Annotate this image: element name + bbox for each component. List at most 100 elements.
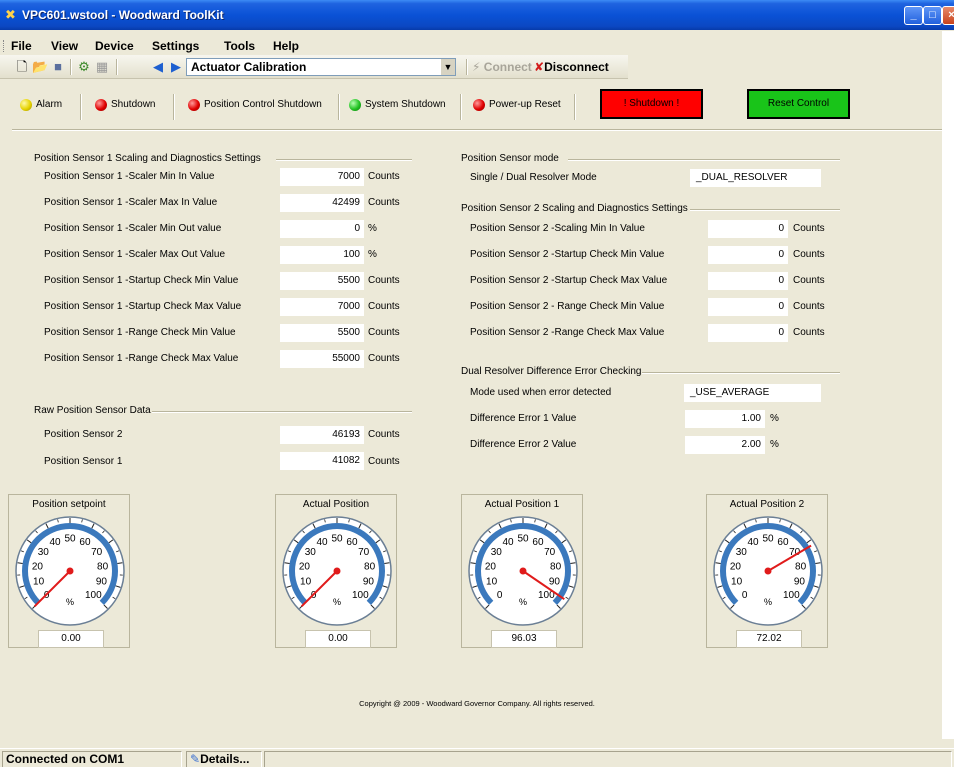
ps2-label: Position Sensor 2 -Startup Check Max Val…	[470, 275, 668, 286]
ps1-value-field[interactable]: 42499	[280, 194, 364, 212]
menu-tools[interactable]: Tools	[224, 39, 255, 53]
gauge-tick-label: 40	[49, 537, 61, 548]
maximize-button[interactable]: □	[923, 6, 942, 25]
ps2-value-field[interactable]: 0	[708, 246, 788, 264]
new-file-icon[interactable]: 🗋	[14, 59, 30, 75]
ps1-value-field[interactable]: 100	[280, 246, 364, 264]
gauge-tick-label: 20	[730, 561, 742, 572]
page-select[interactable]: Actuator Calibration ▼	[186, 58, 456, 76]
connect-button[interactable]: ⚡ Connect	[472, 59, 532, 75]
ps2-label: Position Sensor 2 -Scaling Min In Value	[470, 223, 645, 234]
disconnect-button[interactable]: ✘Disconnect	[534, 59, 609, 75]
ps2-value-field[interactable]: 0	[708, 324, 788, 342]
menu-file[interactable]: File	[11, 39, 32, 53]
details-button[interactable]: ✎Details...	[186, 751, 262, 767]
ps1-value-field[interactable]: 7000	[280, 168, 364, 186]
gauge-tick-label: 70	[544, 547, 556, 558]
header-divider	[12, 129, 942, 131]
raw-label: Position Sensor 1	[44, 456, 123, 467]
save-icon[interactable]: ■	[50, 59, 66, 75]
forward-arrow-icon[interactable]: ▶	[168, 59, 184, 75]
dual-mode-field[interactable]: _USE_AVERAGE	[684, 384, 821, 402]
dual-unit: %	[770, 413, 779, 424]
chevron-down-icon[interactable]: ▼	[441, 59, 455, 75]
status-panel-empty	[264, 751, 952, 767]
gauge-tick-label: 30	[38, 547, 50, 558]
close-button[interactable]: ×	[942, 6, 954, 25]
minimize-button[interactable]: _	[904, 6, 923, 25]
gauge-title: Actual Position	[302, 499, 370, 510]
properties-icon[interactable]: ⚙	[76, 59, 92, 75]
ps1-unit: Counts	[368, 197, 400, 208]
ps2-label: Position Sensor 2 - Range Check Min Valu…	[470, 301, 665, 312]
ps1-label: Position Sensor 1 -Range Check Max Value	[44, 353, 239, 364]
gauge-tick-label: 10	[300, 577, 312, 588]
toolbar-separator	[70, 59, 72, 75]
ps1-label: Position Sensor 1 -Scaler Max Out Value	[44, 249, 226, 260]
dual-value-field[interactable]: 1.00	[685, 410, 765, 428]
mode-group-title: Position Sensor mode	[461, 153, 559, 164]
group-line	[152, 411, 412, 413]
ps2-value-field[interactable]: 0	[708, 298, 788, 316]
gauge-tick-label: 100	[783, 590, 800, 601]
resolver-mode-field[interactable]: _DUAL_RESOLVER	[690, 169, 821, 187]
ps1-value-field[interactable]: 7000	[280, 298, 364, 316]
shutdown-label: Shutdown	[111, 99, 156, 110]
open-folder-icon[interactable]: 📂	[32, 59, 48, 75]
gauge-unit: %	[66, 597, 74, 607]
dual-value-field[interactable]: 2.00	[685, 436, 765, 454]
gauge-actual-position-2: Actual Position 2 0 10 20 30 40 50 60 70 80 90 100…	[706, 494, 828, 648]
gauge-tick-label: 60	[532, 537, 544, 548]
shutdown-button[interactable]: ! Shutdown !	[600, 89, 703, 119]
gauge-tick-label: 80	[550, 561, 562, 572]
gauge-unit: %	[764, 597, 772, 607]
gauge-tick-label: 50	[64, 534, 76, 545]
group-line	[690, 209, 840, 211]
gauge-tick-label: 20	[485, 561, 497, 572]
alarm-led-icon	[20, 99, 32, 111]
ps1-value-field[interactable]: 5500	[280, 324, 364, 342]
menu-grip	[3, 40, 6, 52]
toolkit-icon: ✖	[5, 7, 16, 22]
toolbar-separator	[116, 59, 118, 75]
divider	[338, 94, 340, 120]
ps1-value-field[interactable]: 0	[280, 220, 364, 238]
ps2-value-field[interactable]: 0	[708, 220, 788, 238]
disabled-icon[interactable]: ▦	[94, 59, 110, 75]
gauge-value-readout: 72.02	[736, 630, 802, 648]
ps2-unit: Counts	[793, 301, 825, 312]
gauge-tick-label: 10	[33, 577, 45, 588]
ps1-value-field[interactable]: 55000	[280, 350, 364, 368]
menu-view[interactable]: View	[51, 39, 78, 53]
group-line	[568, 159, 840, 161]
details-icon: ✎	[190, 752, 201, 766]
gauge-hub	[66, 567, 74, 575]
dual-group-title: Dual Resolver Difference Error Checking	[461, 366, 642, 377]
ps1-label: Position Sensor 1 -Startup Check Max Val…	[44, 301, 242, 312]
ps2-unit: Counts	[793, 327, 825, 338]
menu-help[interactable]: Help	[273, 39, 299, 53]
menu-device[interactable]: Device	[95, 39, 134, 53]
gauge-tick-label: 30	[305, 547, 317, 558]
title-bar: ✖ VPC601.wstool - Woodward ToolKit _ □ ×	[0, 0, 954, 30]
gauge-dial: 0102030405060708090100%	[15, 516, 125, 626]
position-control-shutdown-label: Position Control Shutdown	[204, 99, 322, 110]
gauge-tick-label: 70	[358, 547, 370, 558]
ps2-value-field[interactable]: 0	[708, 272, 788, 290]
gauge-tick-label: 50	[331, 534, 343, 545]
ps1-unit: Counts	[368, 353, 400, 364]
group-line	[642, 372, 840, 374]
reset-control-button[interactable]: Reset Control	[747, 89, 850, 119]
back-arrow-icon[interactable]: ◀	[150, 59, 166, 75]
raw-group-title: Raw Position Sensor Data	[34, 405, 151, 416]
dual-label: Difference Error 1 Value	[470, 413, 577, 424]
gauge-unit: %	[519, 597, 527, 607]
gauge-tick-label: 90	[549, 577, 561, 588]
ps2-label: Position Sensor 2 -Range Check Max Value	[470, 327, 665, 338]
gauge-hub	[333, 567, 341, 575]
resolver-mode-label: Single / Dual Resolver Mode	[470, 172, 597, 183]
ps1-value-field[interactable]: 5500	[280, 272, 364, 290]
gauge-tick-label: 90	[96, 577, 108, 588]
ps1-label: Position Sensor 1 -Scaler Min Out value	[44, 223, 222, 234]
menu-settings[interactable]: Settings	[152, 39, 199, 53]
